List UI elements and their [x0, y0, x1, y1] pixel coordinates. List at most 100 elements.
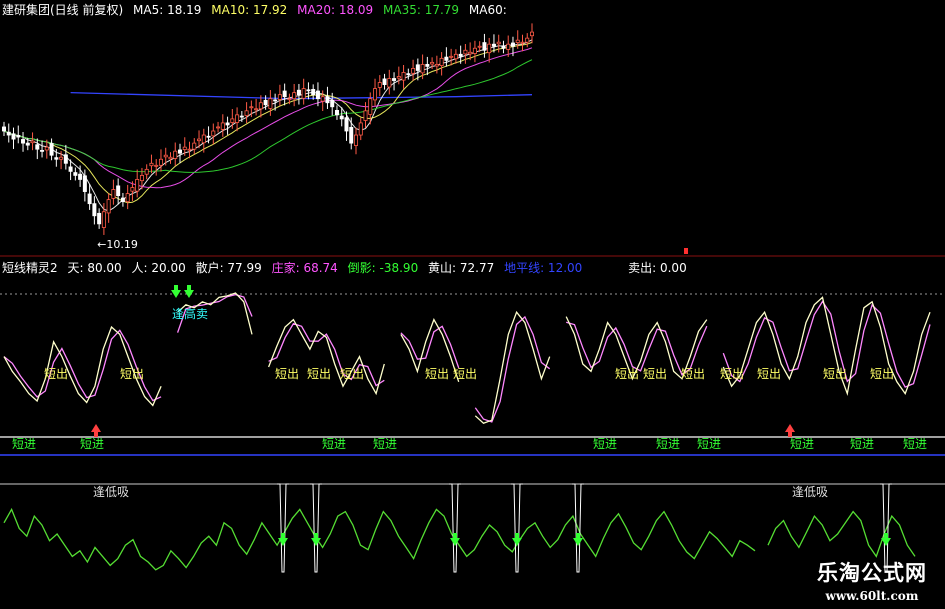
- candle-body: [520, 41, 525, 44]
- candle-body: [225, 122, 230, 126]
- indicator-title: 短线精灵2: [2, 261, 58, 275]
- candle-body: [325, 96, 330, 104]
- candle-body: [30, 140, 35, 144]
- ma10-readout: MA10: 17.92: [211, 3, 288, 17]
- candle-body: [106, 199, 111, 214]
- watermark-url: www.60lt.com: [825, 589, 919, 603]
- short-in-label: 短进: [656, 437, 680, 451]
- short-out-label: 短出: [681, 367, 705, 381]
- candle-body: [482, 42, 487, 51]
- candle-body: [415, 64, 420, 71]
- candle-body: [21, 139, 26, 144]
- candle-body: [220, 122, 225, 130]
- candle-body: [73, 172, 78, 176]
- short-out-label: 短出: [720, 367, 744, 381]
- candle-body: [306, 89, 311, 92]
- short-out-label: 短出: [757, 367, 781, 381]
- candle-body: [154, 164, 159, 167]
- candle-body: [373, 88, 378, 101]
- candle-body: [268, 98, 273, 109]
- short-in-label: 短进: [850, 437, 874, 451]
- candle-body: [273, 99, 278, 102]
- short-out-label: 短出: [275, 367, 299, 381]
- candle-body: [458, 53, 463, 57]
- short-out-label: 短出: [425, 367, 449, 381]
- candle-body: [530, 31, 535, 37]
- candle-body: [40, 149, 45, 152]
- candle-body: [525, 37, 530, 43]
- huangshan-readout: 黄山: 72.77: [428, 261, 495, 275]
- candle-body: [368, 98, 373, 115]
- candle-body: [287, 98, 292, 101]
- candle-body: [116, 185, 121, 196]
- candle-body: [411, 68, 416, 74]
- candle-body: [25, 142, 30, 146]
- candle-body: [97, 212, 102, 225]
- top-sell-label: 逢高卖: [172, 306, 208, 321]
- short-out-label: 短出: [340, 367, 364, 381]
- short-out-label: 短出: [44, 367, 68, 381]
- candle-body: [130, 187, 135, 192]
- sanhu-readout: 散户: 77.99: [195, 261, 262, 275]
- candle-body: [82, 175, 87, 192]
- candle-body: [144, 168, 149, 175]
- candle-body: [487, 43, 492, 54]
- candle-body: [149, 162, 154, 167]
- short-in-label: 短进: [593, 437, 617, 451]
- candle-body: [444, 56, 449, 61]
- candle-body: [515, 39, 520, 43]
- short-out-label: 短出: [453, 367, 477, 381]
- short-out-label: 短出: [615, 367, 639, 381]
- candle-body: [244, 110, 249, 117]
- candle-body: [216, 126, 221, 129]
- candle-body: [63, 154, 68, 164]
- candle-body: [2, 126, 7, 132]
- candle-body: [211, 130, 216, 137]
- candle-body: [87, 193, 92, 205]
- short-in-label: 短进: [12, 437, 36, 451]
- short-out-label: 短出: [307, 367, 331, 381]
- candle-body: [68, 166, 73, 172]
- candle-body: [206, 135, 211, 138]
- candle-body: [35, 144, 40, 150]
- candle-body: [59, 156, 64, 160]
- candle-body: [463, 49, 468, 55]
- candle-body: [406, 73, 411, 76]
- watermark-name: 乐淘公式网: [817, 560, 927, 585]
- candle-body: [92, 203, 97, 217]
- candle-body: [449, 55, 454, 58]
- candle-body: [339, 115, 344, 120]
- candle-body: [334, 110, 339, 116]
- candle-body: [201, 134, 206, 144]
- candle-body: [258, 102, 263, 110]
- stock-title: 建研集团(日线 前复权): [2, 3, 124, 17]
- candle-body: [468, 51, 473, 55]
- horizon-readout: 地平线: 12.00: [504, 261, 583, 275]
- candle-body: [330, 99, 335, 108]
- ma35-readout: MA35: 17.79: [383, 3, 460, 17]
- watermark: 乐淘公式网 www.60lt.com: [817, 557, 927, 603]
- candle-body: [382, 78, 387, 85]
- candle-body: [125, 193, 130, 203]
- candle-body: [315, 90, 320, 100]
- candle-body: [135, 179, 140, 192]
- candle-body: [353, 134, 358, 146]
- ma20-readout: MA20: 18.09: [297, 3, 374, 17]
- candle-body: [434, 63, 439, 67]
- candle-body: [239, 115, 244, 118]
- candle-body: [249, 106, 254, 109]
- short-in-label: 短进: [373, 437, 397, 451]
- candle-body: [301, 88, 306, 99]
- candle-body: [510, 42, 515, 47]
- short-out-label: 短出: [643, 367, 667, 381]
- candle-body: [430, 61, 435, 65]
- candle-body: [16, 135, 21, 138]
- low-buy-label-right: 逢低吸: [792, 485, 828, 499]
- candle-body: [111, 189, 116, 199]
- candle-body: [496, 41, 501, 45]
- candle-body: [420, 63, 425, 74]
- short-in-label: 短进: [903, 437, 927, 451]
- candle-body: [387, 78, 392, 88]
- low-buy-label-left: 逢低吸: [93, 485, 129, 499]
- ma60-readout: MA60:: [468, 3, 507, 17]
